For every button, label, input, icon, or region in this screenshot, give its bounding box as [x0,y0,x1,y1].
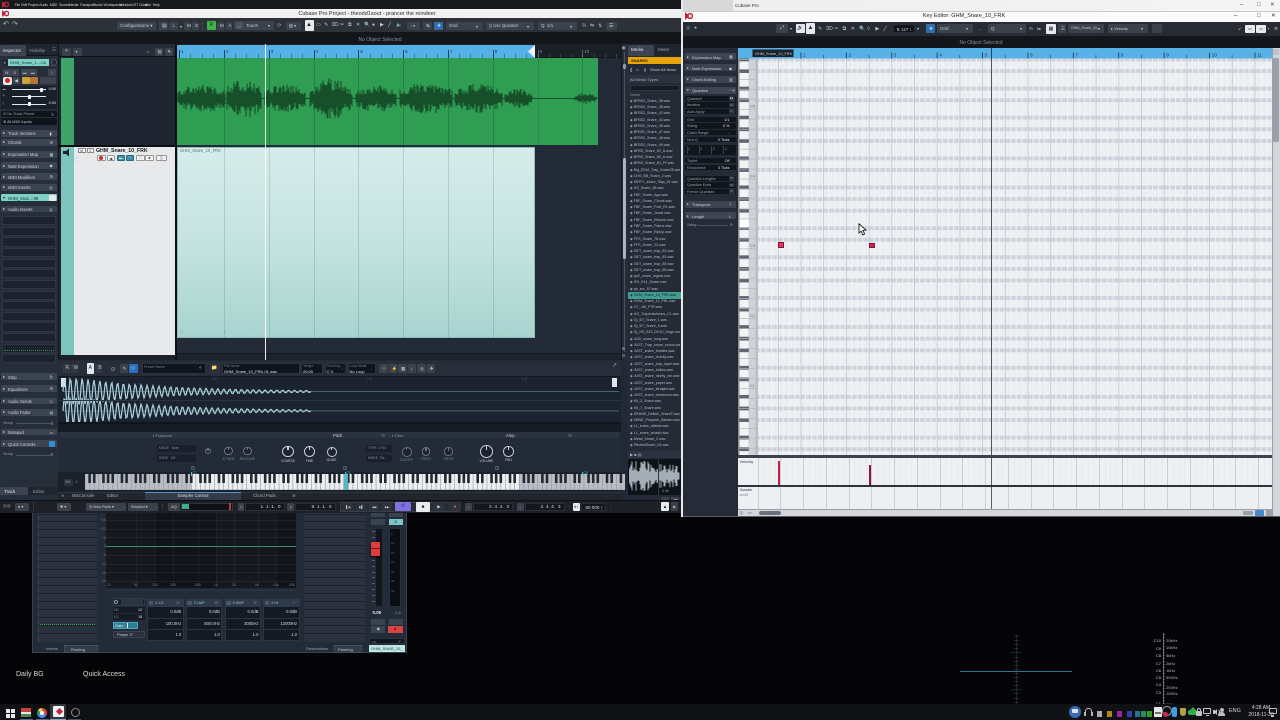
svg-text:3: 3 [893,52,896,58]
svg-text:4: 4 [939,52,942,58]
svg-text:5: 5 [984,52,987,58]
svg-text:9: 9 [1166,52,1169,58]
svg-text:6: 6 [1030,52,1033,58]
svg-text:1: 1 [803,52,806,58]
svg-text:11: 11 [1257,52,1262,58]
svg-text:7: 7 [1075,52,1078,58]
svg-text:C2: C2 [749,313,755,318]
svg-text:C5: C5 [749,103,755,108]
svg-text:10: 10 [1211,52,1217,58]
svg-text:GHM_Snare_10_FRK: GHM_Snare_10_FRK [755,52,793,56]
svg-text:C4: C4 [749,173,755,178]
svg-text:C3: C3 [749,243,755,248]
svg-text:C1: C1 [749,382,755,387]
svg-text:8: 8 [1120,52,1123,58]
svg-text:2: 2 [848,52,851,58]
